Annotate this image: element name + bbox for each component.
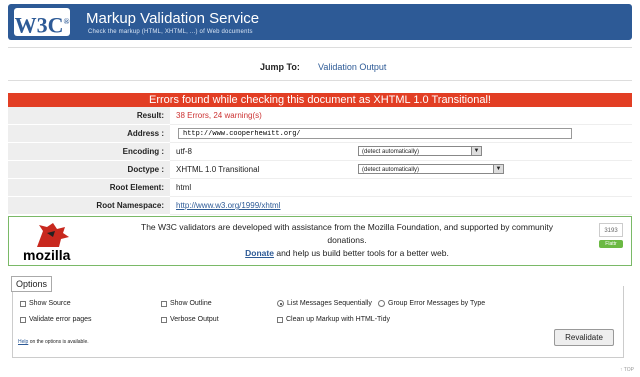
address-row: Address : (8, 124, 632, 143)
clean-up-option[interactable]: Clean up Markup with HTML-Tidy (277, 316, 390, 323)
doctype-select[interactable]: (detect automatically) ▼ (358, 164, 504, 174)
w3c-logo[interactable]: W3C® (14, 8, 70, 37)
show-outline-option[interactable]: Show Outline (161, 300, 212, 307)
root-namespace-row: Root Namespace: http://www.w3.org/1999/x… (8, 196, 632, 215)
root-namespace-link[interactable]: http://www.w3.org/1999/xhtml (176, 201, 281, 210)
page-title: Markup Validation Service (86, 10, 260, 27)
show-source-option[interactable]: Show Source (20, 300, 71, 307)
encoding-select[interactable]: (detect automatically) ▼ (358, 146, 482, 156)
validate-error-pages-checkbox[interactable] (20, 316, 26, 323)
result-row: Result: 38 Errors, 24 warning(s) (8, 107, 632, 125)
flattr-widget: 3193 Flattr (599, 223, 623, 248)
verbose-output-option[interactable]: Verbose Output (161, 316, 219, 323)
back-to-top-link[interactable]: ↑ TOP (620, 367, 634, 373)
list-sequential-option[interactable]: List Messages Sequentially (277, 300, 372, 307)
list-sequential-radio[interactable] (277, 300, 284, 307)
header-banner: W3C® Markup Validation Service Check the… (8, 4, 632, 40)
group-by-type-option[interactable]: Group Error Messages by Type (378, 300, 485, 307)
encoding-value: utf-8 (176, 147, 193, 156)
mozilla-message: The W3C validators are developed with as… (127, 221, 567, 260)
donate-link[interactable]: Donate (245, 248, 274, 258)
address-input[interactable] (178, 128, 572, 140)
jump-to-label: Jump To: (260, 62, 300, 72)
options-legend[interactable]: Options (11, 276, 53, 292)
root-element-value: html (176, 183, 192, 192)
page-subtitle: Check the markup (HTML, XHTML, ...) of W… (88, 29, 253, 35)
show-outline-checkbox[interactable] (161, 300, 167, 307)
result-value: 38 Errors, 24 warning(s) (176, 111, 262, 120)
mozilla-wordmark: mozilla (23, 247, 71, 263)
root-element-row: Root Element: html (8, 178, 632, 197)
show-source-checkbox[interactable] (20, 300, 26, 307)
help-link[interactable]: Help (18, 339, 28, 345)
doctype-label: Doctype : (8, 160, 170, 179)
verbose-output-checkbox[interactable] (161, 316, 167, 323)
divider (8, 80, 632, 81)
divider (8, 47, 632, 48)
flattr-button[interactable]: Flattr (599, 240, 623, 248)
root-element-label: Root Element: (8, 178, 170, 197)
mozilla-sponsor-box: mozilla The W3C validators are developed… (8, 216, 632, 266)
mozilla-text-line2: and help us build better tools for a bet… (276, 248, 449, 258)
chevron-down-icon: ▼ (493, 165, 503, 173)
clean-up-checkbox[interactable] (277, 316, 283, 323)
results-table: Result: 38 Errors, 24 warning(s) Address… (8, 107, 632, 215)
chevron-down-icon: ▼ (471, 147, 481, 155)
mozilla-text-line1: The W3C validators are developed with as… (141, 222, 553, 245)
flattr-count: 3193 (599, 223, 623, 237)
group-by-type-radio[interactable] (378, 300, 385, 307)
jump-validation-output-link[interactable]: Validation Output (318, 62, 386, 72)
mozilla-dinosaur-icon (37, 223, 69, 247)
options-help: Help on the options is available. (18, 339, 89, 345)
error-summary-header: Errors found while checking this documen… (8, 93, 632, 107)
result-label: Result: (8, 107, 170, 125)
root-namespace-label: Root Namespace: (8, 196, 170, 215)
revalidate-button[interactable]: Revalidate (554, 329, 614, 346)
encoding-row: Encoding : utf-8 (detect automatically) … (8, 142, 632, 161)
doctype-value: XHTML 1.0 Transitional (176, 165, 260, 174)
validate-error-pages-option[interactable]: Validate error pages (20, 316, 92, 323)
encoding-label: Encoding : (8, 142, 170, 161)
doctype-row: Doctype : XHTML 1.0 Transitional (detect… (8, 160, 632, 179)
address-label: Address : (8, 124, 170, 143)
